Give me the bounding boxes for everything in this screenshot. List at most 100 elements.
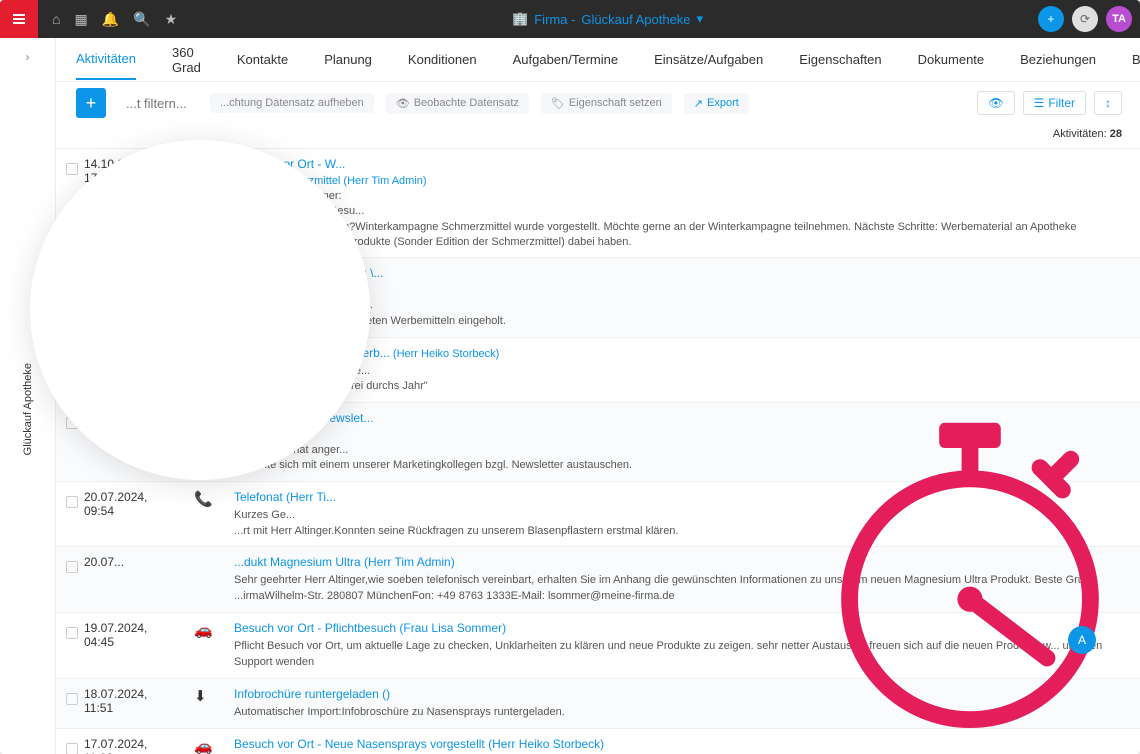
row-date: 17.07.2024, 11:08: [76, 737, 176, 754]
row-desc: Kurzes Ge...: [234, 508, 1122, 523]
filter-button[interactable]: ☰Filter: [1023, 91, 1086, 115]
row-desc: Gesprächsteilnehmer:: [234, 189, 1122, 204]
activity-row[interactable]: 18.07.2024, 11:51 ⬇ Infobrochüre runtergel…: [56, 678, 1140, 728]
tab-dokumente[interactable]: Dokumente: [918, 40, 984, 79]
row-title[interactable]: Austausch über Newslet...: [234, 411, 1122, 425]
row-desc: Frau Linder hat anger...: [234, 443, 1122, 458]
count-bar: Aktivitäten: 28: [0, 124, 1140, 144]
eye-button[interactable]: 👁: [977, 91, 1014, 115]
chip-set-property[interactable]: 🏷Eigenschaft setzen: [541, 93, 672, 114]
row-overlay-title: ...agne Schmerzmittel (Herr Tim Admin): [234, 175, 1122, 187]
row-body: Besuch vor Ort - Neue Nasensprays vorges…: [234, 737, 1122, 754]
row-desc: Mit Herrn Altinger telefonie...: [234, 298, 1122, 313]
home-icon[interactable]: ⌂: [52, 11, 60, 28]
row-title[interactable]: Besuch vor Ort - W...: [234, 157, 1122, 171]
row-overlay-desc: ...n Update zu den versendeten Werbemitt…: [234, 314, 1122, 329]
row-body: ...dukt Magnesium Ultra (Herr Tim Admin)…: [234, 555, 1122, 604]
add-button[interactable]: +: [1038, 6, 1064, 32]
tab-betreuung[interactable]: Betreuung: [1132, 40, 1140, 79]
search-icon[interactable]: 🔍: [133, 11, 150, 28]
tab-kontakte[interactable]: Kontakte: [237, 40, 288, 79]
row-title[interactable]: Zusenden von Winter Werb... (Herr Heiko …: [234, 346, 1122, 360]
sidebar-label: Glückauf Apotheke: [22, 363, 34, 455]
row-date: 20.07...: [76, 555, 176, 604]
sidebar-expand-icon[interactable]: ›: [26, 50, 30, 64]
count-label: Aktivitäten:: [1053, 128, 1107, 140]
phone-icon: 📞: [194, 411, 216, 473]
tab-planung[interactable]: Planung: [324, 40, 372, 79]
activity-row[interactable]: 20.07.2024, 09:54 📞 Telefonat (Herr Ti... K…: [56, 481, 1140, 546]
sort-button[interactable]: ↕: [1094, 91, 1122, 115]
row-title[interactable]: Telefonat (Herr Ti...: [234, 490, 1122, 504]
row-date: 19.07.2024, 04:45: [76, 621, 176, 670]
row-body: Infobrochüre runtergeladen ()Automatisch…: [234, 687, 1122, 720]
calendar-icon[interactable]: ▦: [74, 11, 87, 28]
activity-row[interactable]: 01.08.2024, 02:00 📞 Austausch über Newslet…: [56, 402, 1140, 481]
activity-row[interactable]: 14.10.2024, 17:26🚗Besuch vor Ort - W....…: [56, 148, 1140, 257]
floating-assist-button[interactable]: A: [1068, 626, 1096, 654]
row-date: 18.07.2024, 11:51: [76, 687, 176, 720]
count-value: 28: [1110, 128, 1122, 140]
row-title[interactable]: Besuch vor Ort - Pflichtbesuch (Frau Lis…: [234, 621, 1122, 635]
row-body: Austausch über Newslet... ...im Admin) Fra…: [234, 411, 1122, 473]
history-button[interactable]: ⟳: [1072, 6, 1098, 32]
chip-watch-remove[interactable]: ...chtung Datensatz aufheben: [210, 93, 374, 113]
activity-row[interactable]: 19.07.2024, 04:45🚗Besuch vor Ort - Pflic…: [56, 612, 1140, 678]
bell-icon[interactable]: 🔔: [102, 11, 119, 28]
row-desc: Pflicht Besuch vor Ort, um aktuelle Lage…: [234, 639, 1122, 670]
row-overlay-desc: ...rt mit Herr Altinger.Konnten seine Rü…: [234, 524, 1122, 539]
row-desc: Sehr geehrter Herr Altinger,wie soeben t…: [234, 573, 1122, 604]
row-body: Telefonat - Rückmeldung \... ...tel (Herr…: [234, 266, 1122, 328]
tab-beziehungen[interactable]: Beziehungen: [1020, 40, 1096, 79]
row-overlay-desc: ...Winter Aktion "Grippefrei durchs Jahr…: [234, 379, 1122, 394]
company-prefix: Firma -: [534, 12, 575, 27]
row-title[interactable]: Besuch vor Ort - Neue Nasensprays vorges…: [234, 737, 1122, 751]
tab-konditionen[interactable]: Konditionen: [408, 40, 477, 79]
hamburger-menu[interactable]: [0, 0, 38, 38]
phone-icon: 📞: [194, 490, 216, 538]
top-right: + ⟳ TA: [1038, 6, 1132, 32]
row-overlay-desc: ...nöchte sich mit einem unserer Marketi…: [234, 458, 1122, 473]
company-name: Glückauf Apotheke: [581, 12, 690, 27]
tab-aktivitaeten[interactable]: Aktivitäten: [76, 39, 136, 80]
tab-360grad[interactable]: 360 Grad: [172, 33, 201, 87]
row-body: Besuch vor Ort - W... ...agne Schmerzmitt…: [234, 157, 1122, 249]
car-icon: 🚗: [194, 157, 216, 249]
blank-icon: [194, 555, 216, 604]
chip-export[interactable]: ↗Export: [684, 93, 749, 114]
row-desc2: und beim nächsten Besu...: [234, 204, 1122, 219]
row-body: Zusenden von Winter Werb... (Herr Heiko …: [234, 346, 1122, 394]
activity-list: 14.10.2024, 17:26🚗Besuch vor Ort - W....…: [56, 148, 1140, 754]
building-icon: 🏢: [512, 11, 528, 27]
filter-input[interactable]: [118, 92, 198, 115]
star-icon[interactable]: ★: [165, 11, 178, 28]
row-title[interactable]: Infobrochüre runtergeladen (): [234, 687, 1122, 701]
row-overlay-title: ...tel (Herr Heiko Storbeck): [234, 284, 1122, 296]
add-activity-button[interactable]: +: [76, 88, 106, 118]
top-icons: ⌂ ▦ 🔔 🔍 ★: [52, 11, 177, 28]
row-overlay-title: ...im Admin): [234, 429, 1122, 441]
row-date: 30.08.2024, 14:21: [76, 266, 176, 328]
download-icon: ⬇: [194, 687, 216, 720]
chip-watch-record[interactable]: 👁Beobachte Datensatz: [386, 93, 529, 114]
tab-aufgaben-termine[interactable]: Aufgaben/Termine: [513, 40, 619, 79]
row-body: Telefonat (Herr Ti... Kurzes Ge......rt m…: [234, 490, 1122, 538]
activity-row[interactable]: 20.07... ...dukt Magnesium Ultra (Herr Ti…: [56, 546, 1140, 612]
row-date: 20.07.2024, 09:54: [76, 490, 176, 538]
row-title[interactable]: Telefonat - Rückmeldung \...: [234, 266, 1122, 280]
tab-eigenschaften[interactable]: Eigenschaften: [799, 40, 881, 79]
activity-row[interactable]: 14.08.2024, 09:06 ✉ Zusenden von Winter We…: [56, 337, 1140, 402]
row-date: 14.08.2024, 09:06: [76, 346, 176, 394]
company-selector[interactable]: 🏢 Firma - Glückauf Apotheke ▾: [177, 11, 1038, 27]
activity-row[interactable]: 17.07.2024, 11:08🚗Besuch vor Ort - Neue …: [56, 728, 1140, 754]
tabbar: Aktivitäten 360 Grad Kontakte Planung Ko…: [0, 38, 1140, 82]
tab-einsaetze[interactable]: Einsätze/Aufgaben: [654, 40, 763, 79]
row-body: Besuch vor Ort - Pflichtbesuch (Frau Lis…: [234, 621, 1122, 670]
mail-icon: ✉: [194, 346, 216, 394]
row-title[interactable]: ...dukt Magnesium Ultra (Herr Tim Admin): [234, 555, 1122, 569]
row-date: 01.08.2024, 02:00: [76, 411, 176, 473]
toolbar: + ...chtung Datensatz aufheben 👁Beobacht…: [0, 82, 1140, 124]
chevron-down-icon: ▾: [697, 11, 704, 27]
activity-row[interactable]: 30.08.2024, 14:21📞Telefonat - Rückmeldun…: [56, 257, 1140, 336]
user-avatar[interactable]: TA: [1106, 6, 1132, 32]
